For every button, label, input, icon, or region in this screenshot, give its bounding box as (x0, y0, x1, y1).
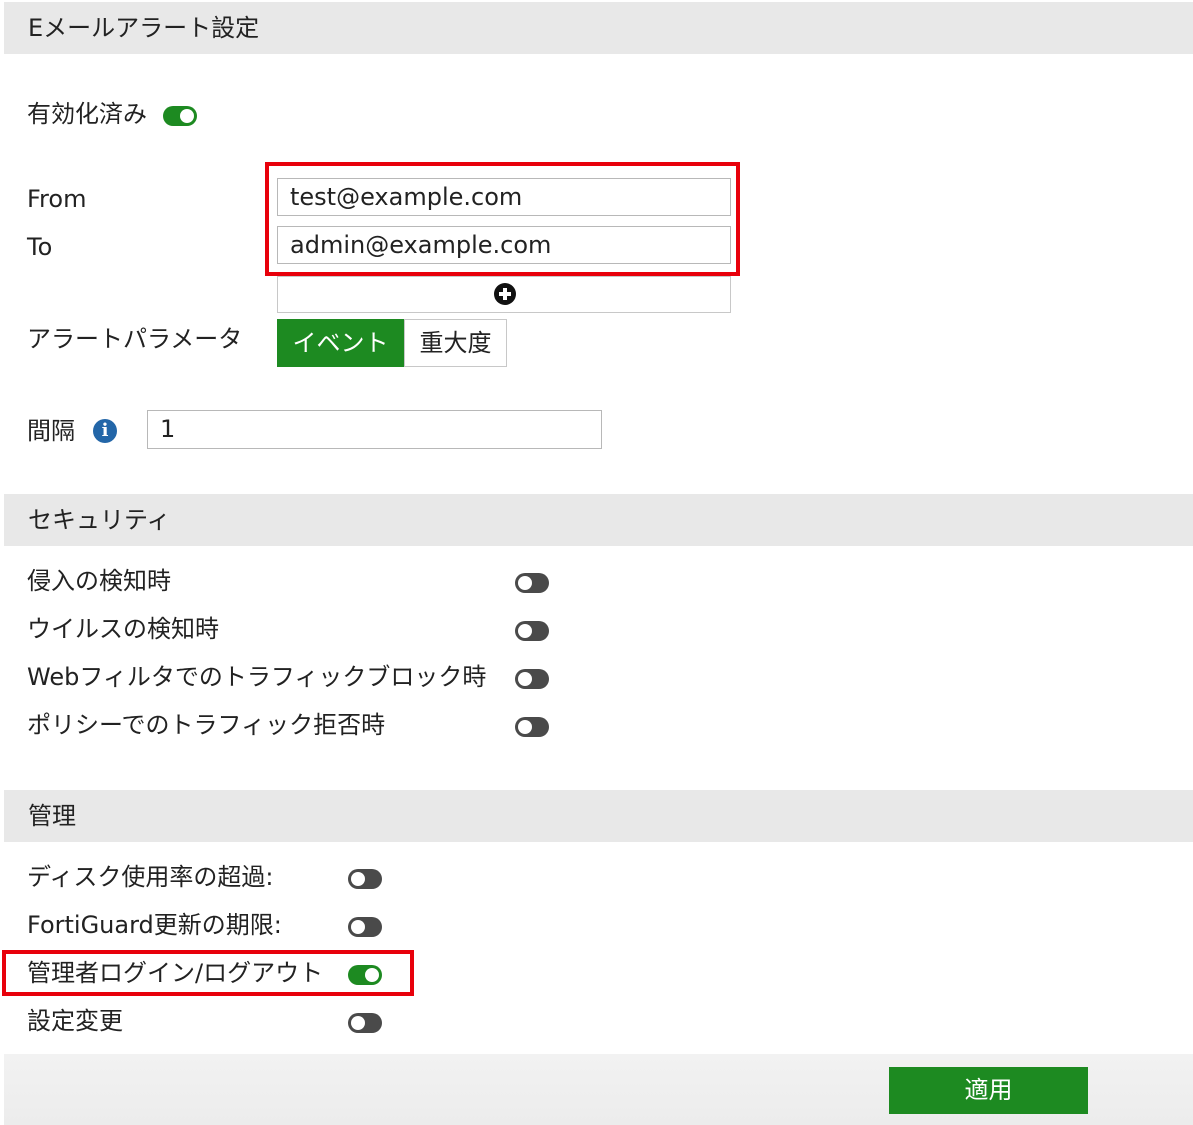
toggle-knob (518, 720, 532, 734)
section-header-security: セキュリティ (4, 494, 1193, 546)
toggle-knob (180, 109, 194, 123)
management-item-fortiguard-toggle[interactable] (348, 917, 382, 937)
management-section-title: 管理 (28, 802, 76, 830)
plus-circle-icon[interactable] (494, 283, 516, 305)
toggle-knob (518, 624, 532, 638)
management-item-config-change-label: 設定変更 (27, 1007, 123, 1035)
enabled-label: 有効化済み (27, 100, 147, 128)
from-to-highlight-box (265, 162, 740, 276)
enabled-toggle[interactable] (163, 106, 197, 126)
management-item-fortiguard-label: FortiGuard更新の期限: (27, 911, 282, 939)
alert-parameter-label: アラートパラメータ (27, 325, 243, 353)
security-item-virus-toggle[interactable] (515, 621, 549, 641)
alert-parameter-event-option[interactable]: イベント (277, 319, 404, 367)
page-title: Eメールアラート設定 (28, 14, 260, 42)
apply-button[interactable]: 適用 (889, 1067, 1088, 1114)
security-item-policy-deny-label: ポリシーでのトラフィック拒否時 (27, 711, 386, 739)
security-item-intrusion-toggle[interactable] (515, 573, 549, 593)
interval-input[interactable]: 1 (147, 410, 602, 449)
security-item-webfilter-label: Webフィルタでのトラフィックブロック時 (27, 663, 487, 691)
toggle-knob (518, 576, 532, 590)
management-item-config-change-toggle[interactable] (348, 1013, 382, 1033)
section-header-email-alert: Eメールアラート設定 (4, 2, 1193, 54)
toggle-knob (518, 672, 532, 686)
admin-login-highlight-box (2, 950, 414, 996)
security-item-policy-deny-toggle[interactable] (515, 717, 549, 737)
toggle-knob (351, 1016, 365, 1030)
management-item-disk-label: ディスク使用率の超過: (27, 863, 274, 891)
add-recipient-row[interactable] (277, 276, 731, 313)
security-item-intrusion-label: 侵入の検知時 (27, 567, 171, 595)
alert-parameter-severity-option[interactable]: 重大度 (404, 319, 507, 367)
management-item-disk-toggle[interactable] (348, 869, 382, 889)
toggle-knob (351, 872, 365, 886)
security-item-webfilter-toggle[interactable] (515, 669, 549, 689)
from-label: From (27, 185, 87, 213)
security-item-virus-label: ウイルスの検知時 (27, 615, 219, 643)
security-section-title: セキュリティ (28, 506, 171, 534)
info-icon[interactable]: i (93, 419, 117, 443)
toggle-knob (351, 920, 365, 934)
to-label: To (27, 233, 53, 261)
interval-label: 間隔 (27, 417, 75, 445)
section-header-management: 管理 (4, 790, 1193, 842)
